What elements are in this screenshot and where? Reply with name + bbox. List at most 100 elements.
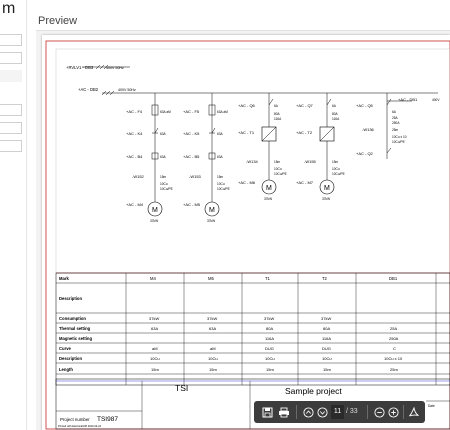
settings-field[interactable]	[0, 52, 22, 64]
pdf-toolbar: 11 / 33	[254, 401, 425, 423]
device-label: +AC - Q7	[296, 103, 314, 108]
table-row-label: Magnetic setting	[59, 336, 92, 341]
device-label: +AC - T2	[296, 130, 313, 135]
zoom-in-icon[interactable]	[385, 404, 401, 420]
circuit-m5: +AC - F5 63A aM +AC - K5 63A +AC - B5 63…	[183, 93, 230, 223]
breaker-icon	[386, 147, 392, 154]
device-rating: 63A	[217, 132, 224, 136]
device-label: +AC - DB1	[398, 97, 418, 102]
cable-length: 15m	[217, 175, 224, 179]
motor-power: 37kW	[322, 197, 330, 201]
busbar-label: +AC - DB2	[78, 87, 99, 92]
table-header: T2	[322, 276, 328, 281]
table-header: M4	[150, 276, 156, 281]
table-cell: 37kW	[264, 316, 274, 321]
device-label: +AC - M5	[183, 202, 201, 207]
project-title: Sample project	[285, 386, 342, 396]
table-cell: 63A	[209, 326, 216, 331]
table-cell: 37kW	[207, 316, 217, 321]
settings-panel: m	[0, 0, 27, 430]
table-cell: 250A	[389, 336, 399, 341]
device-label: +AC - M7	[296, 180, 314, 185]
table-row-label: Length	[59, 367, 73, 372]
cable-section: 10Cu	[160, 182, 168, 186]
preview-heading: Preview	[38, 15, 78, 27]
page-total: / 33	[346, 408, 358, 415]
motor-symbol: M	[266, 185, 272, 192]
table-cell: 25A	[390, 326, 397, 331]
table-cell: 63A	[151, 326, 158, 331]
table-cell: 10Cu	[322, 356, 332, 361]
cable-label: -W152	[132, 174, 145, 179]
device-rating: 250A	[392, 121, 400, 125]
table-header: Mark	[59, 276, 69, 281]
cable-section: 10Cu	[274, 167, 282, 171]
cable-length: 15m	[160, 175, 167, 179]
settings-field[interactable]	[0, 140, 22, 152]
cable-label: -W134	[246, 159, 259, 164]
table-cell: 10Cu	[150, 356, 160, 361]
device-rating: 63A	[160, 155, 167, 159]
date-label: Date	[428, 404, 435, 408]
settings-field[interactable]	[0, 104, 22, 116]
circuit-t2: +AC - Q7 6A 80A 116A +AC - T2 -W155 15m …	[296, 93, 345, 201]
print-icon[interactable]	[276, 404, 292, 420]
cable-type: 10Cu/PE	[332, 172, 345, 176]
phase-marks-icon	[101, 90, 115, 96]
cable-type: 10Cu/PE	[274, 172, 287, 176]
table-cell: 15m	[266, 367, 274, 372]
motor-symbol: M	[324, 185, 330, 192]
table-cell: 116A	[322, 336, 331, 341]
cable-section: 10Cu	[332, 167, 340, 171]
cable-label: -W153	[189, 174, 202, 179]
device-label: +AC - K5	[183, 131, 200, 136]
busbar-info: 400V 50Hz	[106, 66, 124, 70]
circuit-t1: +AC - Q6 6A 80A 116A +AC - T1 -W134 15m …	[238, 93, 287, 201]
motor-power: 37kW	[207, 219, 215, 223]
device-label: +AC - F5	[183, 109, 200, 114]
pdf-page: +RVLV1 - DB3 400V 50Hz +AC - DB2 400V 50…	[42, 35, 450, 430]
settings-field[interactable]	[0, 70, 22, 82]
acrobat-icon[interactable]	[406, 404, 422, 420]
device-label: +AC - B5	[183, 154, 200, 159]
page-number-input[interactable]: 11	[331, 405, 344, 419]
pdf-viewer[interactable]: +RVLV1 - DB3 400V 50Hz +AC - DB2 400V 50…	[36, 30, 450, 430]
settings-field[interactable]	[0, 34, 22, 46]
table-header: M5	[208, 276, 214, 281]
save-icon[interactable]	[259, 404, 275, 420]
table-header: DB1	[389, 276, 398, 281]
table-cell: DUG	[322, 346, 331, 351]
cable-section: 10Cu	[217, 182, 225, 186]
busbar-label: +RVLV1 - DB3	[66, 65, 94, 70]
schematic-drawing: +RVLV1 - DB3 400V 50Hz +AC - DB2 400V 50…	[45, 40, 450, 430]
table-cell: 10Cu	[208, 356, 218, 361]
device-rating: 63A	[217, 155, 224, 159]
motor-power: 37kW	[264, 197, 272, 201]
cable-length: 15m	[274, 160, 281, 164]
device-rating: 63A aM	[160, 110, 171, 114]
footer-note: Printed with ElectricalOM 2023-03-24	[58, 424, 102, 428]
table-cell: 15m	[151, 367, 159, 372]
motor-symbol: M	[209, 207, 215, 214]
table-header: T1	[265, 276, 271, 281]
device-label: +AC - Q5	[356, 103, 374, 108]
busbar-info: 400V 50Hz	[118, 88, 136, 92]
project-number-label: Project number	[60, 417, 90, 422]
table-cell: 37kW	[321, 316, 331, 321]
breaker-icon	[386, 98, 392, 106]
device-label: +AC - Q2	[356, 151, 374, 156]
device-rating: 63A	[160, 132, 167, 136]
table-cell: 15m	[323, 367, 331, 372]
table-cell: 37kW	[149, 316, 159, 321]
project-number: TSI987	[97, 416, 118, 423]
settings-field[interactable]	[0, 122, 22, 134]
device-rating: 80A	[274, 112, 281, 116]
device-label: +AC - Q6	[238, 103, 256, 108]
device-label: +AC - F4	[126, 109, 143, 114]
app-window: m Preview +RVLV1 - DB3 400V 50Hz +AC - D…	[0, 0, 450, 430]
page-down-icon[interactable]	[314, 404, 330, 420]
table-cell: 80A	[266, 326, 273, 331]
device-rating: 116A	[274, 117, 282, 121]
device-rating: 6A	[392, 110, 397, 114]
table-cell: 15m	[209, 367, 217, 372]
